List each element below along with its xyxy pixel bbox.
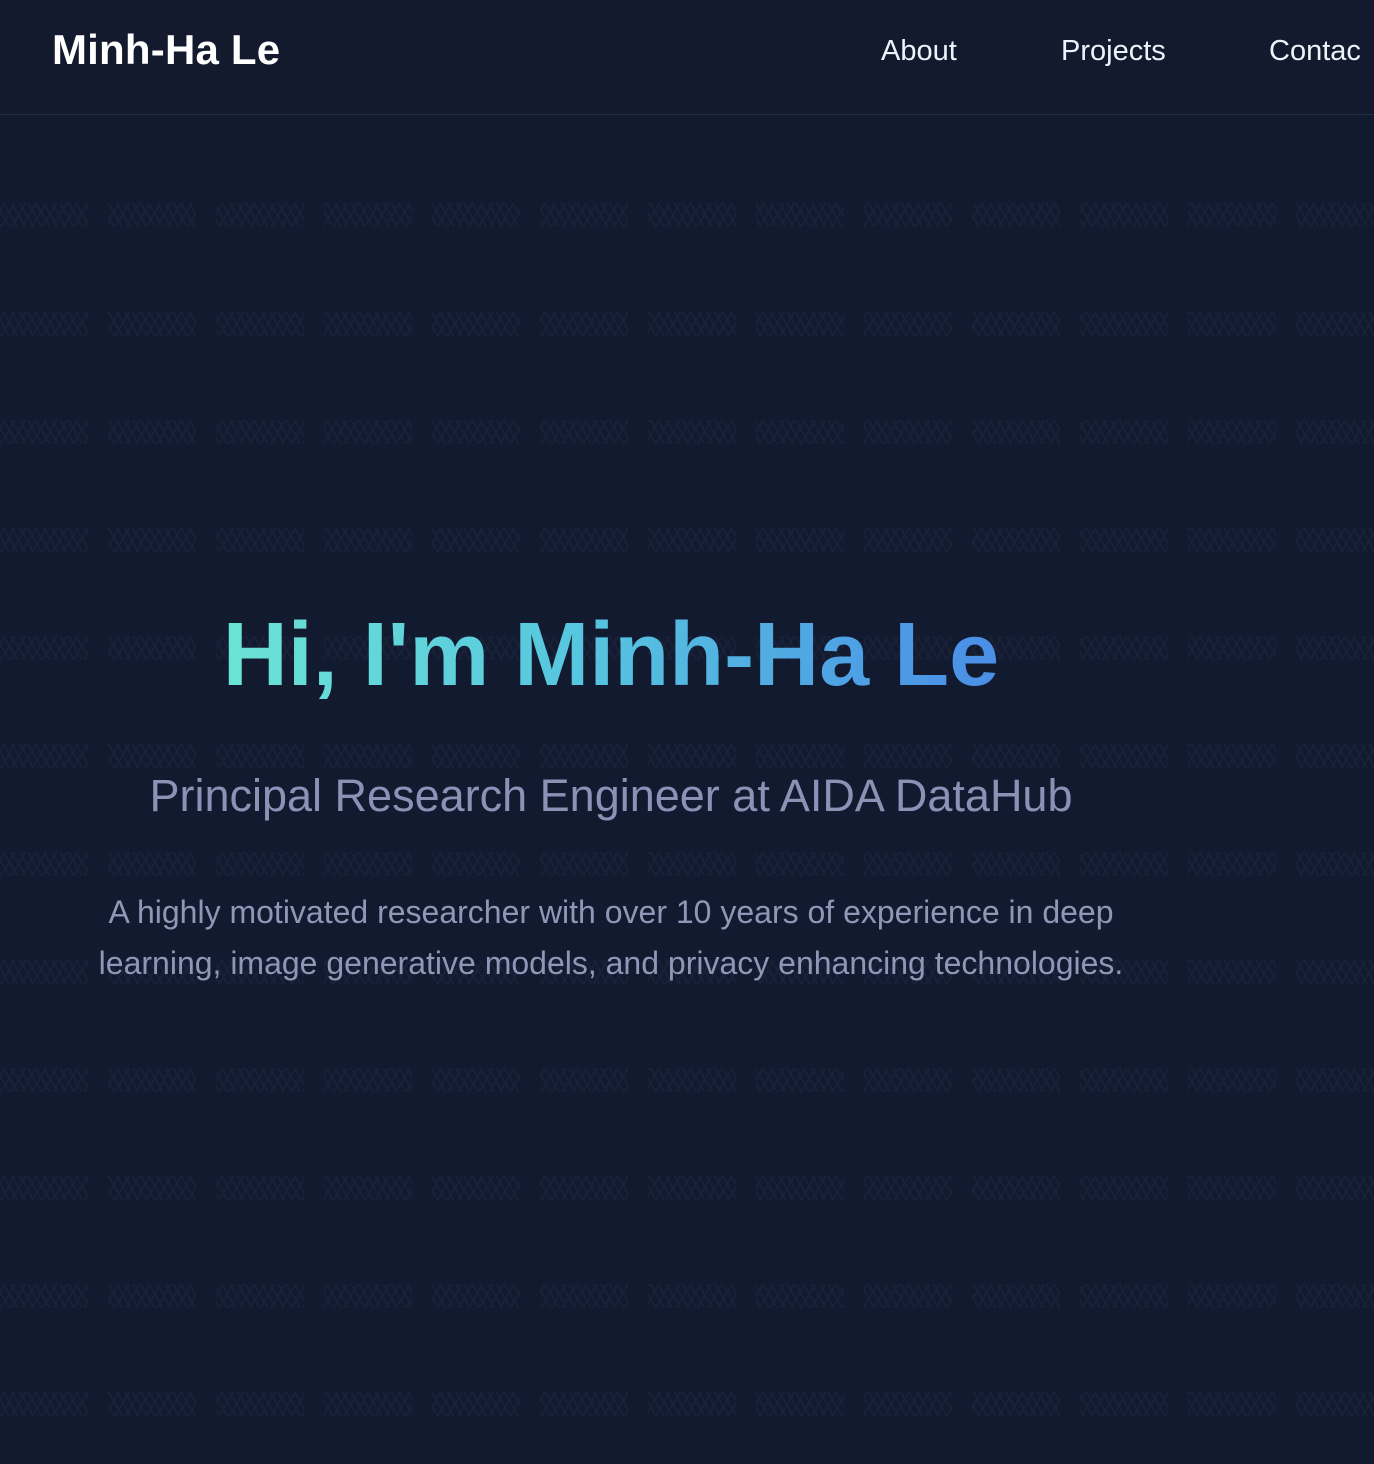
background-texture-band (0, 203, 1374, 227)
background-texture-band (0, 1284, 1374, 1308)
hero-title: Hi, I'm Minh-Ha Le (0, 600, 1222, 710)
site-header: Minh-Ha Le About Projects Contac (0, 0, 1374, 115)
nav-link-contact[interactable]: Contac (1269, 32, 1361, 70)
background-texture-band (0, 1176, 1374, 1200)
page: Minh-Ha Le About Projects Contac Hi, I'm… (0, 0, 1374, 1464)
nav-link-about[interactable]: About (881, 32, 957, 70)
background-texture-band (0, 1392, 1374, 1416)
background-texture-band (0, 420, 1374, 444)
background-texture-band (0, 744, 1374, 768)
brand-logo-link[interactable]: Minh-Ha Le (52, 24, 280, 76)
hero-description: A highly motivated researcher with over … (98, 894, 1124, 981)
background-texture-band (0, 312, 1374, 336)
hero-subtitle: Principal Research Engineer at AIDA Data… (149, 770, 1073, 821)
nav-link-projects[interactable]: Projects (1061, 32, 1166, 70)
background-texture-band (0, 1068, 1374, 1092)
hero-title-text: Hi, I'm Minh-Ha Le (222, 605, 1000, 705)
background-texture-band (0, 528, 1374, 552)
background-texture-band (0, 852, 1374, 876)
